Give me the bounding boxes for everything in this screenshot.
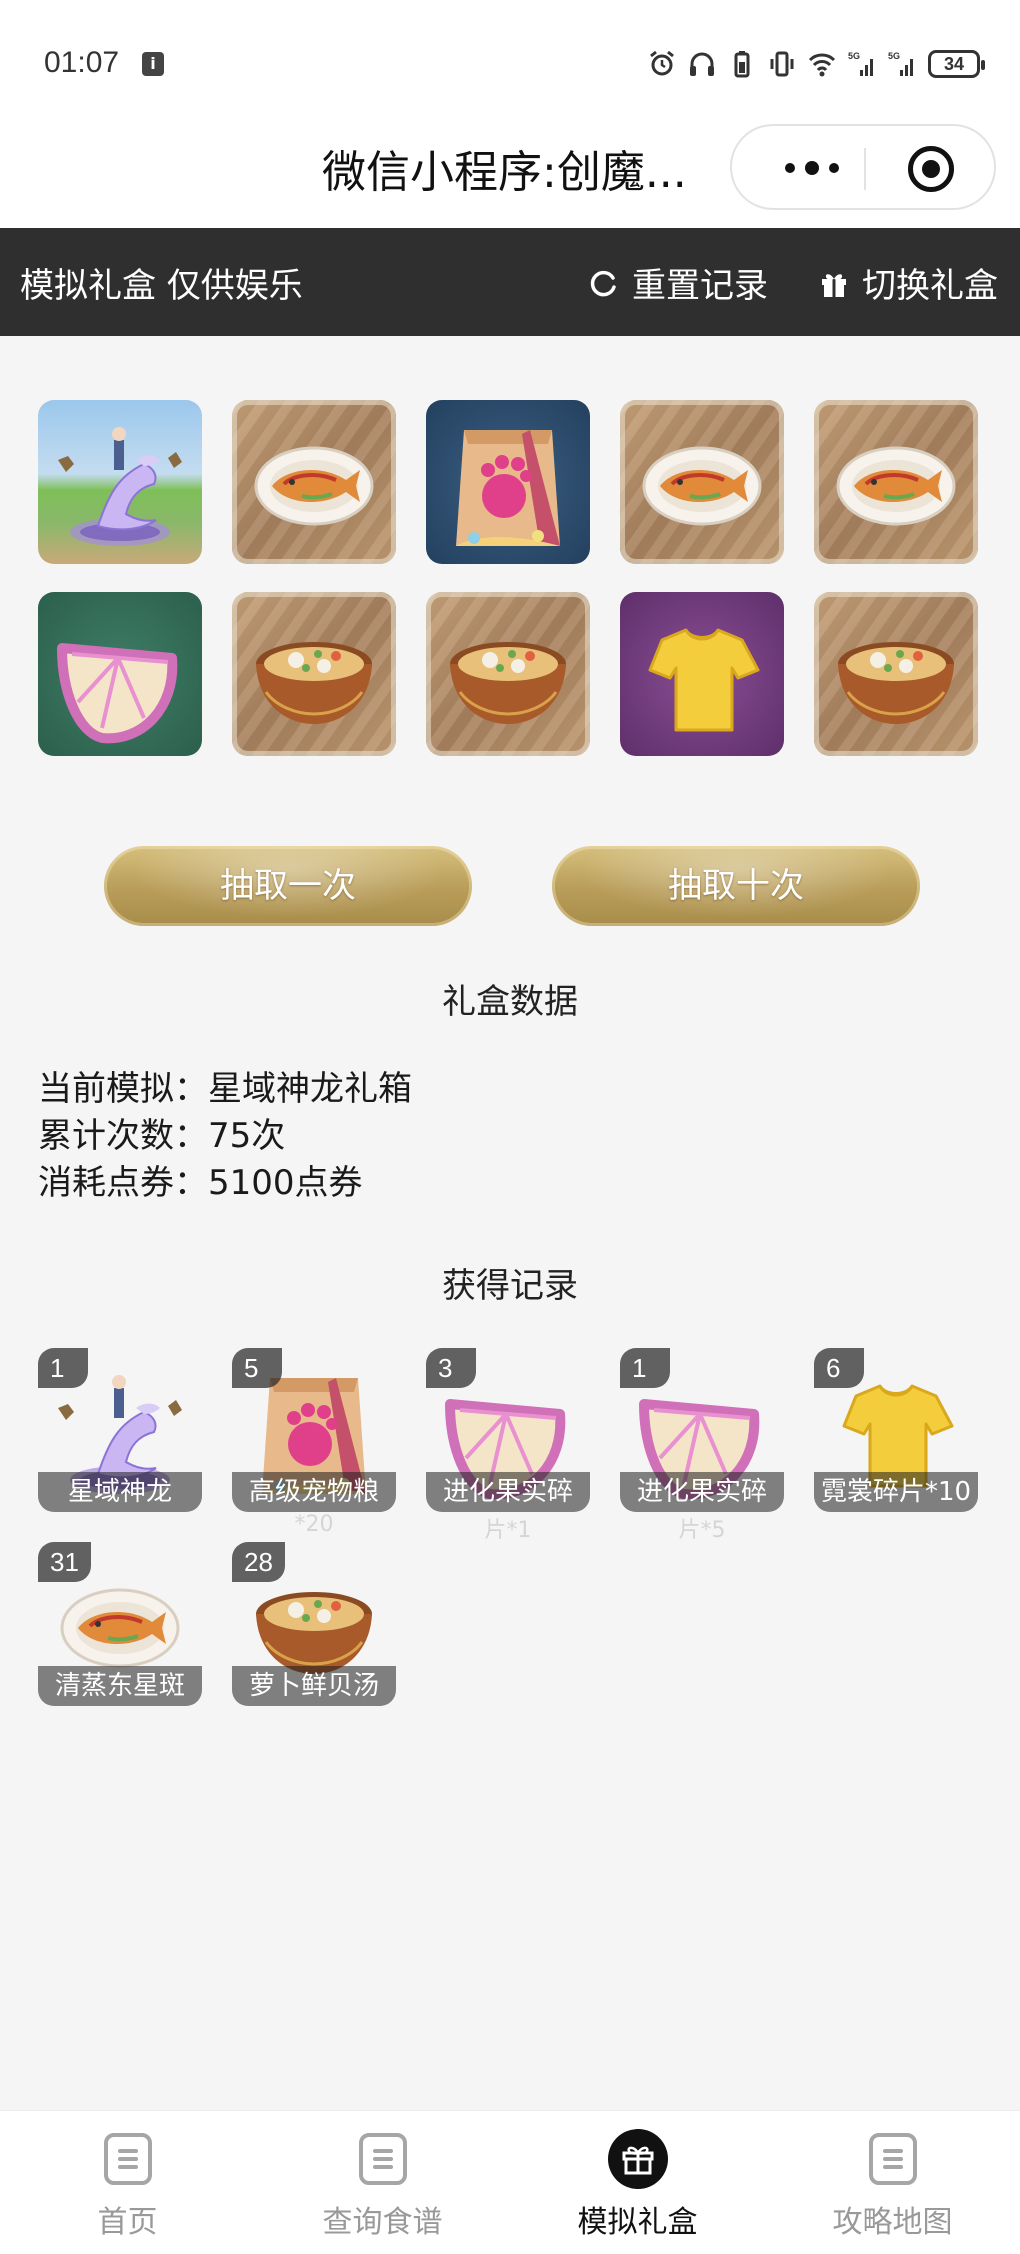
evolution-fruit-icon xyxy=(57,643,178,744)
current-box-label: 当前模拟： xyxy=(38,1069,208,1109)
cost-value: 5100点券 xyxy=(208,1163,363,1203)
tab-label: 查询食谱 xyxy=(322,2205,443,2240)
tab-home[interactable]: 首页 xyxy=(0,2111,255,2254)
record-count-badge: 6 xyxy=(814,1348,864,1388)
fish-dish-icon xyxy=(836,446,956,526)
close-mini-program-icon[interactable] xyxy=(908,146,954,192)
record-name: 高级宠物粮 xyxy=(232,1472,396,1512)
status-icons: 5G 5G 34 xyxy=(648,46,985,82)
record-name: 霓裳碎片*10 xyxy=(814,1472,978,1512)
record-name-overflow: 片*1 xyxy=(484,1518,532,1543)
outfit-fragment-icon xyxy=(648,628,760,732)
gift-icon xyxy=(608,2129,668,2189)
document-icon xyxy=(104,2133,152,2185)
fish-dish-icon xyxy=(642,446,762,526)
record-count-badge: 5 xyxy=(232,1348,282,1388)
notification-icon: i xyxy=(142,52,164,76)
cost-label: 消耗点券： xyxy=(38,1163,208,1203)
box-data-title: 礼盒数据 xyxy=(442,982,578,1022)
record-count-badge: 3 xyxy=(426,1348,476,1388)
draw-result-item xyxy=(620,400,784,564)
draw-result-item xyxy=(426,592,590,756)
box-data-stats: 当前模拟：星域神龙礼箱 累计次数：75次 消耗点券：5100点券 xyxy=(38,1066,412,1207)
battery-indicator: 34 xyxy=(928,50,985,78)
record-item: 6 霓裳碎片*10 xyxy=(814,1348,978,1512)
record-name: 清蒸东星斑 xyxy=(38,1666,202,1706)
current-box-row: 当前模拟：星域神龙礼箱 xyxy=(38,1066,412,1113)
svg-text:5G: 5G xyxy=(848,51,860,61)
record-name-overflow: *20 xyxy=(294,1512,334,1537)
switch-box-button[interactable]: 切换礼盒 xyxy=(818,258,998,307)
records-title: 获得记录 xyxy=(442,1266,578,1306)
refresh-icon xyxy=(590,270,616,296)
document-icon xyxy=(359,2133,407,2185)
bottom-tab-bar: 首页 查询食谱 模拟礼盒 攻略地图 xyxy=(0,2110,1020,2254)
record-item: 1 进化果实碎 xyxy=(620,1348,784,1512)
status-time: 01:07 xyxy=(44,46,120,79)
draw-result-item xyxy=(620,592,784,756)
svg-text:5G: 5G xyxy=(888,51,900,61)
battery-small-icon xyxy=(728,50,756,78)
dragon-mount-icon xyxy=(58,427,182,546)
capsule-menu xyxy=(730,124,996,210)
signal-5g-icon: 5G xyxy=(848,50,876,78)
soup-bowl-icon xyxy=(450,642,566,724)
record-item: 28 萝卜鲜贝汤 xyxy=(232,1542,396,1706)
gift-icon xyxy=(822,273,846,297)
record-name: 星域神龙 xyxy=(38,1472,202,1512)
soup-bowl-icon xyxy=(256,642,372,724)
record-count-badge: 1 xyxy=(38,1348,88,1388)
draw-result-item xyxy=(814,400,978,564)
alarm-icon xyxy=(648,50,676,78)
draw-ten-button[interactable]: 抽取十次 xyxy=(552,846,920,926)
draw-once-button[interactable]: 抽取一次 xyxy=(104,846,472,926)
record-item: 5 高级宠物粮 xyxy=(232,1348,396,1512)
headphones-icon xyxy=(688,50,716,78)
soup-bowl-icon xyxy=(838,642,954,724)
record-name: 萝卜鲜贝汤 xyxy=(232,1666,396,1706)
record-count-badge: 1 xyxy=(620,1348,670,1388)
record-name: 进化果实碎 xyxy=(620,1472,784,1512)
tab-label: 攻略地图 xyxy=(832,2205,953,2240)
fish-dish-icon xyxy=(254,446,374,526)
cost-row: 消耗点券：5100点券 xyxy=(38,1160,412,1207)
mini-program-title-bar: 微信小程序:创魔... xyxy=(0,116,1020,228)
draw-result-item xyxy=(38,592,202,756)
draw-count-row: 累计次数：75次 xyxy=(38,1113,412,1160)
draw-result-item xyxy=(232,592,396,756)
more-icon[interactable] xyxy=(762,148,862,188)
vibrate-icon xyxy=(768,50,796,78)
signal-5g-icon-2: 5G xyxy=(888,50,916,78)
status-bar: 01:07 i 5G 5G 34 xyxy=(0,0,1020,116)
current-box-value: 星域神龙礼箱 xyxy=(208,1069,412,1109)
tab-label: 首页 xyxy=(97,2205,158,2240)
record-count-badge: 31 xyxy=(38,1542,91,1582)
header-disclaimer: 模拟礼盒 仅供娱乐 xyxy=(20,266,303,306)
reset-records-button[interactable]: 重置记录 xyxy=(588,258,768,307)
reset-records-label: 重置记录 xyxy=(632,266,768,306)
record-item: 1 星域神龙 xyxy=(38,1348,202,1512)
draw-count-value: 75次 xyxy=(208,1116,286,1156)
draw-result-item xyxy=(232,400,396,564)
tab-label: 模拟礼盒 xyxy=(577,2205,698,2240)
draw-result-item xyxy=(426,400,590,564)
capsule-divider xyxy=(864,148,866,190)
switch-box-label: 切换礼盒 xyxy=(862,266,998,306)
draw-count-label: 累计次数： xyxy=(38,1116,208,1156)
record-name: 进化果实碎 xyxy=(426,1472,590,1512)
tab-recipes[interactable]: 查询食谱 xyxy=(255,2111,510,2254)
draw-result-item xyxy=(814,592,978,756)
tab-guide-map[interactable]: 攻略地图 xyxy=(765,2111,1020,2254)
draw-result-item xyxy=(38,400,202,564)
record-count-badge: 28 xyxy=(232,1542,285,1582)
record-item: 3 进化果实碎 xyxy=(426,1348,590,1512)
tab-gift-box[interactable]: 模拟礼盒 xyxy=(510,2111,765,2254)
wifi-icon xyxy=(808,50,836,78)
gift-box-header: 模拟礼盒 仅供娱乐 重置记录 切换礼盒 xyxy=(0,228,1020,336)
page-title: 微信小程序:创魔... xyxy=(322,147,687,198)
record-name-overflow: 片*5 xyxy=(678,1518,726,1543)
record-item: 31 清蒸东星斑 xyxy=(38,1542,202,1706)
pet-food-bag-icon xyxy=(456,430,560,546)
document-icon xyxy=(869,2133,917,2185)
